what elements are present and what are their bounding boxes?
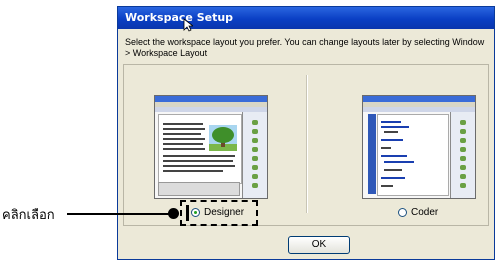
- coder-radio[interactable]: [398, 208, 407, 217]
- preview-side-panel: [242, 112, 267, 198]
- panel-item-icon: [252, 174, 258, 179]
- preview-code-line: [381, 155, 407, 157]
- callout-line: [67, 213, 171, 215]
- preview-text-line: [163, 133, 201, 135]
- preview-text-line: [163, 160, 233, 162]
- preview-properties-bar: [158, 182, 240, 196]
- preview-code-line: [381, 185, 393, 187]
- designer-layout-preview[interactable]: [154, 95, 268, 199]
- callout-dot: [168, 208, 179, 219]
- instructions-text: Select the workspace layout you prefer. …: [125, 37, 485, 58]
- title-bar[interactable]: Workspace Setup: [118, 7, 494, 32]
- preview-side-panel: [450, 112, 475, 198]
- panel-item-icon: [460, 138, 466, 143]
- highlight-marker: [186, 205, 189, 221]
- panel-item-icon: [460, 147, 466, 152]
- preview-text-line: [163, 128, 205, 130]
- preview-code-line: [384, 161, 414, 163]
- preview-text-line: [163, 165, 235, 167]
- panel-item-icon: [460, 120, 466, 125]
- panel-item-icon: [460, 129, 466, 134]
- panel-item-icon: [252, 183, 258, 188]
- panel-item-icon: [460, 156, 466, 161]
- mouse-cursor-icon: [183, 18, 193, 32]
- dialog-title: Workspace Setup: [125, 11, 234, 24]
- preview-code-line: [381, 147, 391, 149]
- preview-text-line: [163, 123, 203, 125]
- panel-item-icon: [252, 138, 258, 143]
- panel-item-icon: [460, 174, 466, 179]
- coder-label: Coder: [411, 207, 439, 218]
- panel-item-icon: [252, 147, 258, 152]
- preview-text-line: [163, 138, 205, 140]
- ok-button[interactable]: OK: [288, 236, 350, 254]
- preview-code-line: [381, 139, 403, 141]
- preview-text-line: [163, 170, 223, 172]
- preview-text-line: [163, 155, 235, 157]
- divider: [306, 75, 308, 213]
- preview-code-line: [384, 169, 402, 171]
- tree-image-icon: [209, 125, 237, 151]
- preview-code-line: [381, 177, 405, 179]
- panel-item-icon: [460, 165, 466, 170]
- preview-document-area: [158, 114, 242, 184]
- preview-code-line: [381, 126, 409, 128]
- preview-code-line: [384, 131, 398, 133]
- preview-text-line: [163, 148, 205, 150]
- preview-code-line: [381, 121, 401, 123]
- preview-text-line: [163, 143, 203, 145]
- workspace-setup-dialog: Workspace Setup Select the workspace lay…: [117, 6, 495, 260]
- coder-layout-preview[interactable]: [362, 95, 476, 199]
- layout-options-panel: [123, 64, 489, 226]
- highlight-box: [180, 200, 258, 226]
- preview-code-area: [377, 114, 449, 196]
- coder-option[interactable]: Coder: [398, 207, 438, 218]
- panel-item-icon: [252, 120, 258, 125]
- panel-item-icon: [460, 183, 466, 188]
- panel-item-icon: [252, 165, 258, 170]
- callout-label: คลิกเลือก: [2, 208, 55, 223]
- panel-item-icon: [252, 156, 258, 161]
- preview-line-gutter: [368, 114, 376, 194]
- panel-item-icon: [252, 129, 258, 134]
